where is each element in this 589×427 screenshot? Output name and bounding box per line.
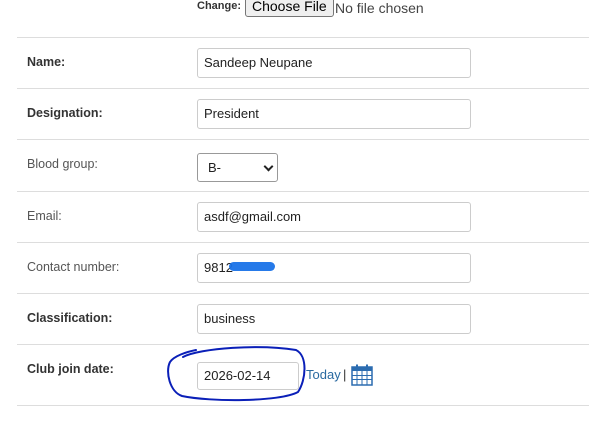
email-label: Email: [27, 209, 62, 223]
classification-row: Classification: business [17, 293, 589, 344]
redaction-mark [229, 262, 275, 271]
choose-file-button[interactable]: Choose File [245, 0, 334, 17]
email-row: Email: asdf@gmail.com [17, 191, 589, 242]
club-join-date-label: Club join date: [27, 362, 114, 376]
change-label: Change: [197, 0, 241, 12]
blood-group-label: Blood group: [27, 157, 98, 171]
blood-group-select[interactable]: B- [197, 153, 278, 182]
club-join-date-input[interactable]: 2026-02-14 [197, 362, 299, 390]
contact-label: Contact number: [27, 260, 120, 274]
today-link[interactable]: Today [306, 367, 341, 382]
chevron-down-icon [263, 161, 274, 172]
blood-group-value: B- [208, 160, 221, 175]
designation-label: Designation: [27, 106, 103, 120]
separator: | [343, 367, 347, 382]
designation-row: Designation: President [17, 88, 589, 139]
name-label: Name: [27, 55, 66, 69]
bottom-divider [17, 405, 589, 406]
designation-input[interactable]: President [197, 99, 471, 129]
classification-label: Classification: [27, 311, 113, 325]
contact-row: Contact number: 9812 [17, 242, 589, 293]
change-photo-row: Change: Choose File No file chosen [0, 0, 589, 18]
email-input[interactable]: asdf@gmail.com [197, 202, 471, 232]
name-row: Name: Sandeep Neupane [17, 37, 589, 88]
name-input[interactable]: Sandeep Neupane [197, 48, 471, 78]
club-join-date-row: Club join date: [17, 344, 589, 406]
classification-input[interactable]: business [197, 304, 471, 334]
blood-group-row: Blood group: B- [17, 139, 589, 190]
calendar-icon[interactable] [351, 364, 373, 386]
file-status-text: No file chosen [335, 0, 424, 16]
